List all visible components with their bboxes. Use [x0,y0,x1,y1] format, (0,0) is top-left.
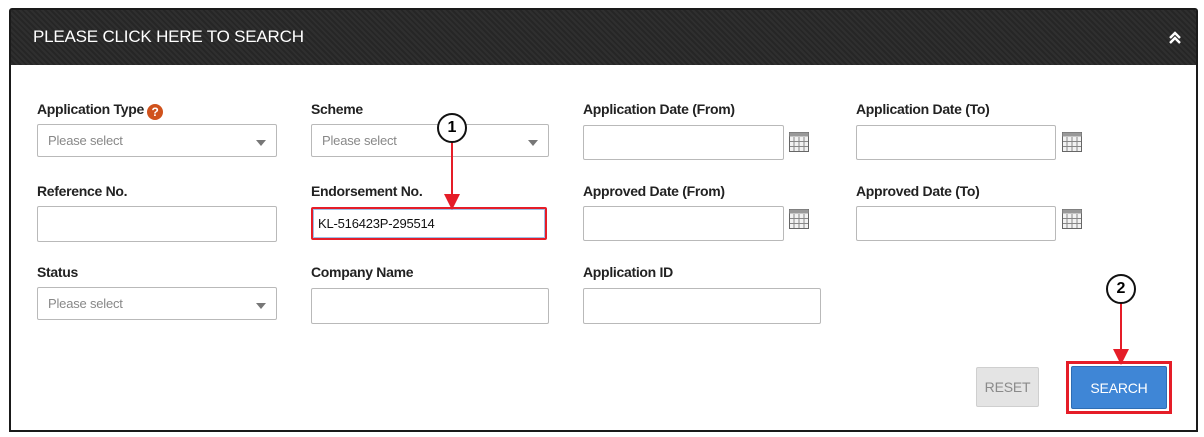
callout-marker-2: 2 [1106,274,1136,304]
callout-arrows [444,142,1129,365]
callout-marker-1: 1 [437,113,467,143]
